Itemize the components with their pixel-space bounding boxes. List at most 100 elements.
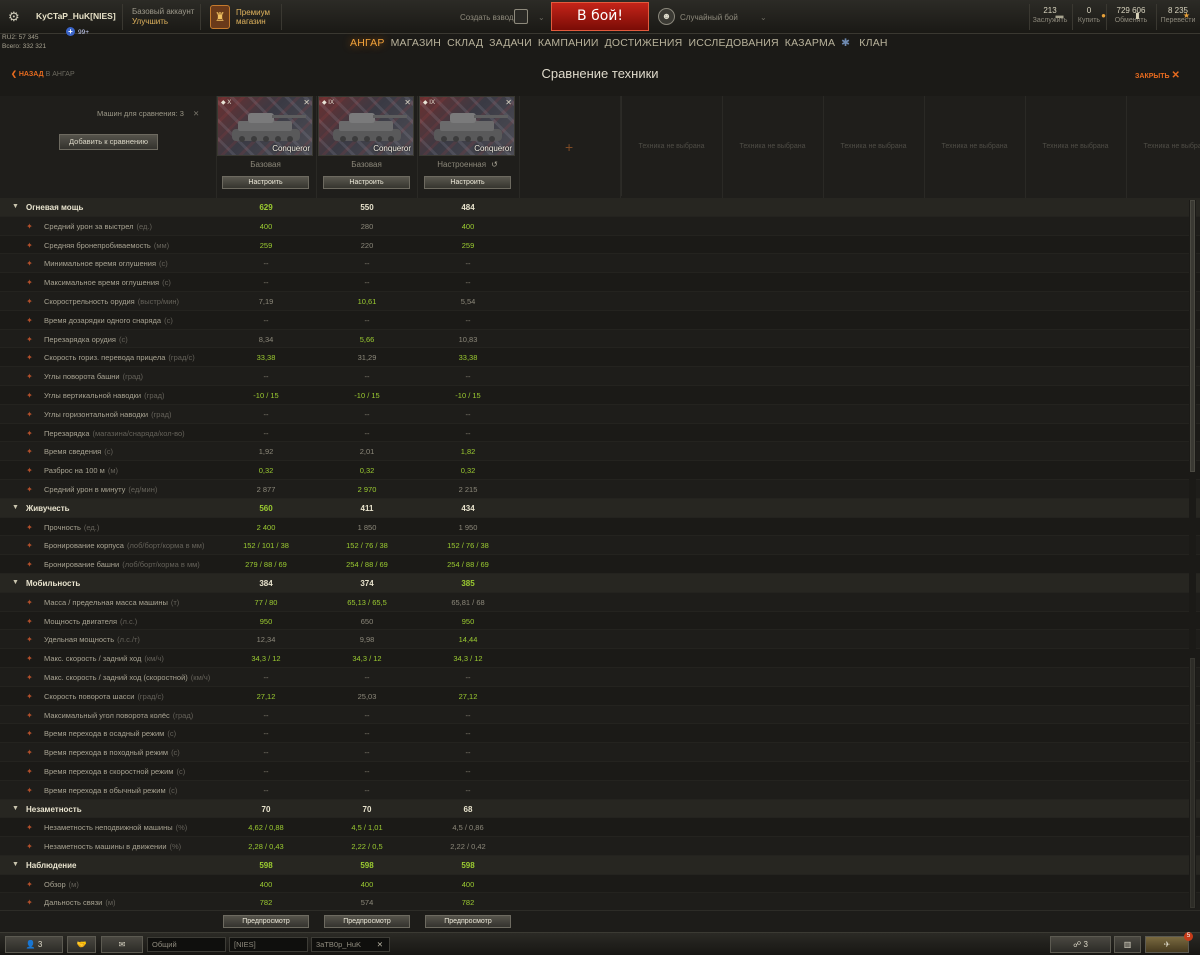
account-status[interactable]: Базовый аккаунт Улучшить <box>132 7 194 27</box>
empty-slot[interactable]: Техника не выбрана <box>1025 96 1125 196</box>
nav-item[interactable]: КЛАН <box>859 37 887 49</box>
reset-config-icon[interactable]: ↺ <box>491 160 498 169</box>
vehicle-card[interactable]: ◆ X ✕ Conqueror Базовая Настроить <box>216 96 315 196</box>
clear-all-icon[interactable]: ✕ <box>193 109 199 118</box>
stat-name: Макс. скорость / задний ход <box>44 654 142 664</box>
close-icon: ✕ <box>1171 70 1180 81</box>
add-to-compare-button[interactable]: Добавить к сравнению <box>59 134 158 150</box>
nav-item[interactable]: ИССЛЕДОВАНИЯ <box>688 37 778 49</box>
settings-gear-icon[interactable]: ⚙ <box>8 9 20 25</box>
stat-value: 12,34 <box>256 635 276 645</box>
stat-value: 259 <box>461 240 475 250</box>
configure-button[interactable]: Настроить <box>323 176 410 189</box>
vehicle-card[interactable]: ◆ IX ✕ Conqueror Базовая Настроить <box>317 96 416 196</box>
preview-button[interactable]: Предпросмотр <box>324 915 410 928</box>
add-vehicle-plus-icon[interactable]: + <box>565 139 573 155</box>
stat-value: 2 877 <box>256 484 276 494</box>
collapse-arrow-icon[interactable]: ▼ <box>12 203 19 210</box>
contacts-button[interactable]: 👤 3 <box>5 936 63 953</box>
collapse-arrow-icon[interactable]: ▼ <box>12 861 19 868</box>
vehicle-image[interactable]: ◆ IX ✕ Conqueror <box>419 96 515 156</box>
penetration-icon: ✦ <box>26 240 33 250</box>
nav-item[interactable]: МАГАЗИН <box>391 37 442 49</box>
stat-unit: (т) <box>170 597 180 607</box>
battle-mode-icon[interactable]: ☻ <box>658 8 675 25</box>
preview-button[interactable]: Предпросмотр <box>223 915 309 928</box>
currency-free-xp[interactable]: ★ 8 235 Перевести <box>1157 6 1199 26</box>
invites-badge[interactable]: +99+ <box>66 27 89 36</box>
stat-value: -- <box>263 428 269 438</box>
account-upgrade-link[interactable]: Улучшить <box>132 17 194 27</box>
empty-slot[interactable]: Техника не выбрана <box>1126 96 1200 196</box>
premium-shop-link[interactable]: Премиум магазин <box>236 8 270 26</box>
remove-vehicle-icon[interactable]: ✕ <box>404 98 411 107</box>
empty-slot[interactable]: Техника не выбрана <box>823 96 923 196</box>
compare-count-label: Машин для сравнения: 3 <box>97 109 184 118</box>
currency-bonds[interactable]: ▬ 213 Заслужить <box>1030 6 1070 26</box>
chevron-down-icon[interactable]: ⌄ <box>760 13 767 22</box>
handshake-button[interactable]: 🤝 <box>67 936 96 953</box>
tier-value: IX <box>328 100 334 106</box>
stat-row: ✦ Разброс на 100 м (м) 0,32 0,32 0,32 <box>0 461 1200 480</box>
collapse-arrow-icon[interactable]: ▼ <box>12 579 19 586</box>
section-header[interactable]: ▼ Незаметность 70 70 68 <box>0 799 1200 819</box>
empty-slot[interactable]: Техника не выбрана <box>621 96 721 196</box>
nav-item[interactable]: ДОСТИЖЕНИЯ <box>605 37 683 49</box>
stat-row: ✦ Скорость гориз. перевода прицела (град/с… <box>0 348 1200 368</box>
create-platoon-label[interactable]: Создать взвод <box>460 13 514 22</box>
close-channel-icon[interactable]: ✕ <box>377 938 383 951</box>
section-score: 598 <box>461 860 475 870</box>
sessions-button[interactable]: ☍ 3 <box>1050 936 1111 953</box>
stat-value: 279 / 88 / 69 <box>245 560 287 570</box>
remove-vehicle-icon[interactable]: ✕ <box>505 98 512 107</box>
vehicle-image[interactable]: ◆ IX ✕ Conqueror <box>318 96 414 156</box>
section-header[interactable]: ▼ Живучесть 560 411 434 <box>0 498 1200 518</box>
battle-button[interactable]: В бой! <box>551 2 649 31</box>
premium-shop-icon[interactable]: ♜ <box>210 5 230 29</box>
stat-value: -- <box>465 315 471 325</box>
preview-button[interactable]: Предпросмотр <box>425 915 511 928</box>
collapse-arrow-icon[interactable]: ▼ <box>12 805 19 812</box>
notifications-button[interactable]: ✈ <box>1145 936 1189 953</box>
scrollbar-thumb[interactable] <box>1190 658 1195 908</box>
currency-gold[interactable]: ● 0 Купить <box>1074 6 1106 26</box>
player-name[interactable]: KyCTaP_HuK[NIES] <box>36 11 116 21</box>
stat-label: Масса / предельная масса машины (т) <box>44 598 179 607</box>
vehicle-card[interactable]: ◆ IX ✕ Conqueror Настроенная ↺ Настроить <box>418 96 517 196</box>
chevron-down-icon[interactable]: ⌄ <box>538 13 545 22</box>
scrollbar-thumb[interactable] <box>1190 200 1195 472</box>
configure-button[interactable]: Настроить <box>424 176 511 189</box>
stats-button[interactable]: ▥ <box>1114 936 1141 953</box>
stat-row: ✦ Время перехода в обычный режим (с) -- -- -- <box>0 780 1200 800</box>
remove-vehicle-icon[interactable]: ✕ <box>303 98 310 107</box>
vehicle-image[interactable]: ◆ X ✕ Conqueror <box>217 96 313 156</box>
battle-mode-label[interactable]: Случайный бой <box>680 13 738 22</box>
stat-value: 2,28 / 0,43 <box>248 842 284 852</box>
close-button[interactable]: ЗАКРЫТЬ ✕ <box>1135 70 1180 81</box>
section-header[interactable]: ▼ Наблюдение 598 598 598 <box>0 855 1200 875</box>
collapse-arrow-icon[interactable]: ▼ <box>12 504 19 511</box>
stat-value: 574 <box>360 898 374 908</box>
configure-button[interactable]: Настроить <box>222 176 309 189</box>
chat-channel-tab[interactable]: 3aTB0p_HuK ✕ <box>311 937 390 952</box>
nav-item[interactable]: АНГАР <box>350 37 385 49</box>
vehicle-config: Базовая <box>317 160 416 169</box>
platoon-icon[interactable] <box>514 9 528 24</box>
stat-value: -- <box>364 409 370 419</box>
empty-slot[interactable]: Техника не выбрана <box>924 96 1024 196</box>
chat-button[interactable]: ✉ <box>101 936 143 953</box>
empty-slot[interactable]: Техника не выбрана <box>722 96 822 196</box>
scrollbar[interactable] <box>1189 200 1196 908</box>
stat-unit: (ед.) <box>136 221 152 231</box>
nav-item[interactable]: ЗАДАЧИ <box>489 37 532 49</box>
speed-mode-icon: ✦ <box>26 672 33 682</box>
dispersion-icon: ✦ <box>26 466 33 476</box>
nav-item[interactable]: КАМПАНИИ <box>538 37 599 49</box>
chat-channel-tab[interactable]: Общий <box>147 937 226 952</box>
nav-item[interactable]: КАЗАРМА <box>785 37 835 49</box>
section-header[interactable]: ▼ Мобильность 384 374 385 <box>0 573 1200 593</box>
section-header[interactable]: ▼ Огневая мощь 629 550 484 <box>0 198 1200 217</box>
chat-channel-tab[interactable]: [NIES] <box>229 937 308 952</box>
nav-item[interactable]: СКЛАД <box>447 37 483 49</box>
currency-credits[interactable]: ▮ 729 606 Обменять <box>1108 6 1154 26</box>
